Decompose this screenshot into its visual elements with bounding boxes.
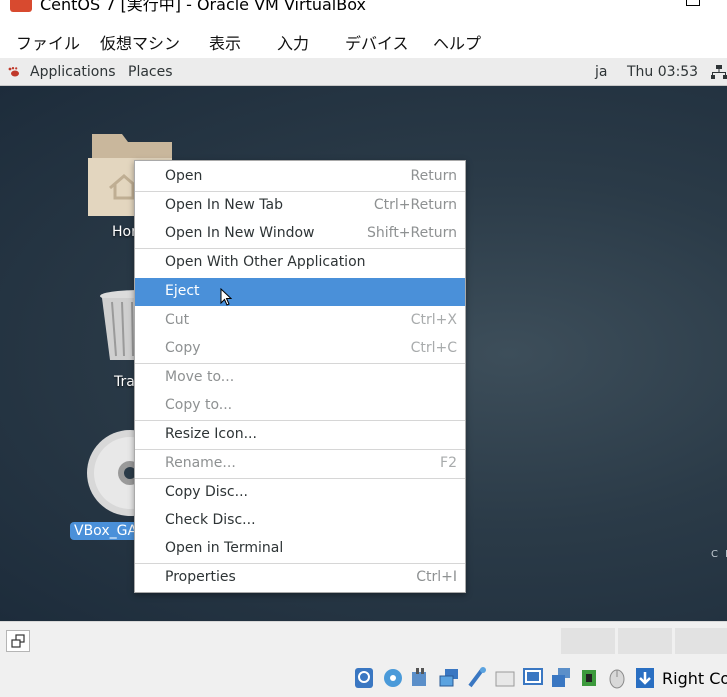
menu-item-label: Open in Terminal [165, 540, 284, 556]
menu-item-eject[interactable]: Eject [135, 278, 465, 306]
host-key-label: Right Co [662, 669, 727, 688]
network-icon[interactable] [711, 65, 727, 79]
disc-icon-label[interactable]: VBox_GA [70, 522, 142, 540]
context-menu: Open Return Open In New Tab Ctrl+Return … [134, 160, 466, 593]
menu-item-label: Open [165, 168, 203, 184]
menu-file[interactable]: ファイル [16, 30, 80, 54]
display-icon[interactable] [522, 666, 544, 690]
strip-segment [561, 628, 615, 654]
input-method-indicator[interactable]: ja [595, 64, 607, 80]
menu-view[interactable]: 表示 [209, 30, 241, 54]
virtualbox-app-icon [10, 0, 32, 12]
mouse-pointer-icon [220, 288, 232, 306]
mouse-integration-icon[interactable] [606, 666, 628, 690]
menu-item-resize-icon[interactable]: Resize Icon... [135, 421, 465, 449]
menu-item-move-to[interactable]: Move to... [135, 364, 465, 392]
gnome-foot-icon [8, 67, 19, 77]
keyboard-capture-icon[interactable] [634, 666, 656, 690]
clock[interactable]: Thu 03:53 [627, 64, 698, 80]
guest-top-bar: Applications Places ja Thu 03:53 [0, 58, 727, 86]
menu-item-label: Properties [165, 569, 236, 585]
menu-item-open-with-other-application[interactable]: Open With Other Application [135, 249, 465, 277]
places-menu[interactable]: Places [128, 64, 173, 80]
strip-segment [675, 628, 727, 654]
menu-item-label: Open In New Window [165, 225, 315, 241]
applications-menu[interactable]: Applications [30, 64, 116, 80]
menu-item-accelerator: Return [410, 168, 457, 184]
menu-item-label: Copy Disc... [165, 484, 248, 500]
menu-item-label: Rename... [165, 455, 236, 471]
window-title: CentOS 7 [実行中] - Oracle VM VirtualBox [40, 0, 366, 14]
trash-icon-label[interactable]: Tra [114, 374, 135, 390]
menu-item-properties[interactable]: Properties Ctrl+I [135, 564, 465, 592]
network-adapter-icon[interactable] [438, 666, 460, 690]
menu-item-rename[interactable]: Rename... F2 [135, 450, 465, 478]
menu-item-cut[interactable]: Cut Ctrl+X [135, 307, 465, 335]
disc-icon[interactable] [86, 430, 136, 516]
menu-item-accelerator: Ctrl+C [410, 340, 457, 356]
menu-item-label: Copy to... [165, 397, 233, 413]
menu-item-label: Open With Other Application [165, 254, 366, 270]
shared-folders-icon[interactable] [494, 666, 516, 690]
menu-item-open-new-tab[interactable]: Open In New Tab Ctrl+Return [135, 192, 465, 220]
video-capture-icon[interactable] [550, 666, 572, 690]
menu-item-label: Open In New Tab [165, 197, 283, 213]
menu-item-copy-to[interactable]: Copy to... [135, 392, 465, 420]
menu-input[interactable]: 入力 [277, 30, 309, 54]
menu-item-accelerator: Ctrl+I [416, 569, 457, 585]
host-bottom-strip [0, 621, 727, 661]
title-bar: CentOS 7 [実行中] - Oracle VM VirtualBox [0, 0, 727, 22]
virtualbox-window: CentOS 7 [実行中] - Oracle VM VirtualBox ファ… [0, 0, 727, 697]
cpu-icon[interactable] [578, 666, 600, 690]
menu-bar: ファイル 仮想マシン 表示 入力 デバイス ヘルプ [0, 22, 727, 58]
menu-item-accelerator: Shift+Return [366, 225, 457, 241]
desktop-corner-text: C E [711, 549, 727, 560]
status-bar: Right Co [0, 661, 727, 697]
menu-item-label: Cut [165, 312, 190, 328]
menu-item-open[interactable]: Open Return [135, 163, 465, 191]
menu-item-label: Eject [165, 283, 200, 299]
menu-item-accelerator: Ctrl+X [410, 312, 457, 328]
usb-icon[interactable] [466, 666, 488, 690]
optical-drive-icon[interactable] [382, 666, 404, 690]
menu-item-open-in-terminal[interactable]: Open in Terminal [135, 535, 465, 563]
menu-item-accelerator: Ctrl+Return [373, 197, 457, 213]
restore-window-button[interactable] [6, 630, 30, 652]
maximize-button[interactable] [686, 0, 700, 6]
hard-disk-icon[interactable] [353, 666, 375, 690]
menu-item-label: Resize Icon... [165, 426, 257, 442]
menu-help[interactable]: ヘルプ [433, 30, 481, 54]
audio-icon[interactable] [410, 666, 432, 690]
menu-item-label: Check Disc... [165, 512, 256, 528]
menu-item-label: Copy [165, 340, 201, 356]
menu-item-open-new-window[interactable]: Open In New Window Shift+Return [135, 220, 465, 248]
menu-item-copy[interactable]: Copy Ctrl+C [135, 335, 465, 363]
menu-item-label: Move to... [165, 369, 235, 385]
menu-machine[interactable]: 仮想マシン [100, 30, 180, 54]
menu-devices[interactable]: デバイス [345, 30, 409, 54]
restore-icon [11, 634, 25, 648]
strip-segment [618, 628, 672, 654]
minimize-button[interactable] [618, 0, 632, 6]
menu-item-check-disc[interactable]: Check Disc... [135, 507, 465, 535]
menu-item-accelerator: F2 [440, 455, 457, 471]
menu-item-copy-disc[interactable]: Copy Disc... [135, 479, 465, 507]
